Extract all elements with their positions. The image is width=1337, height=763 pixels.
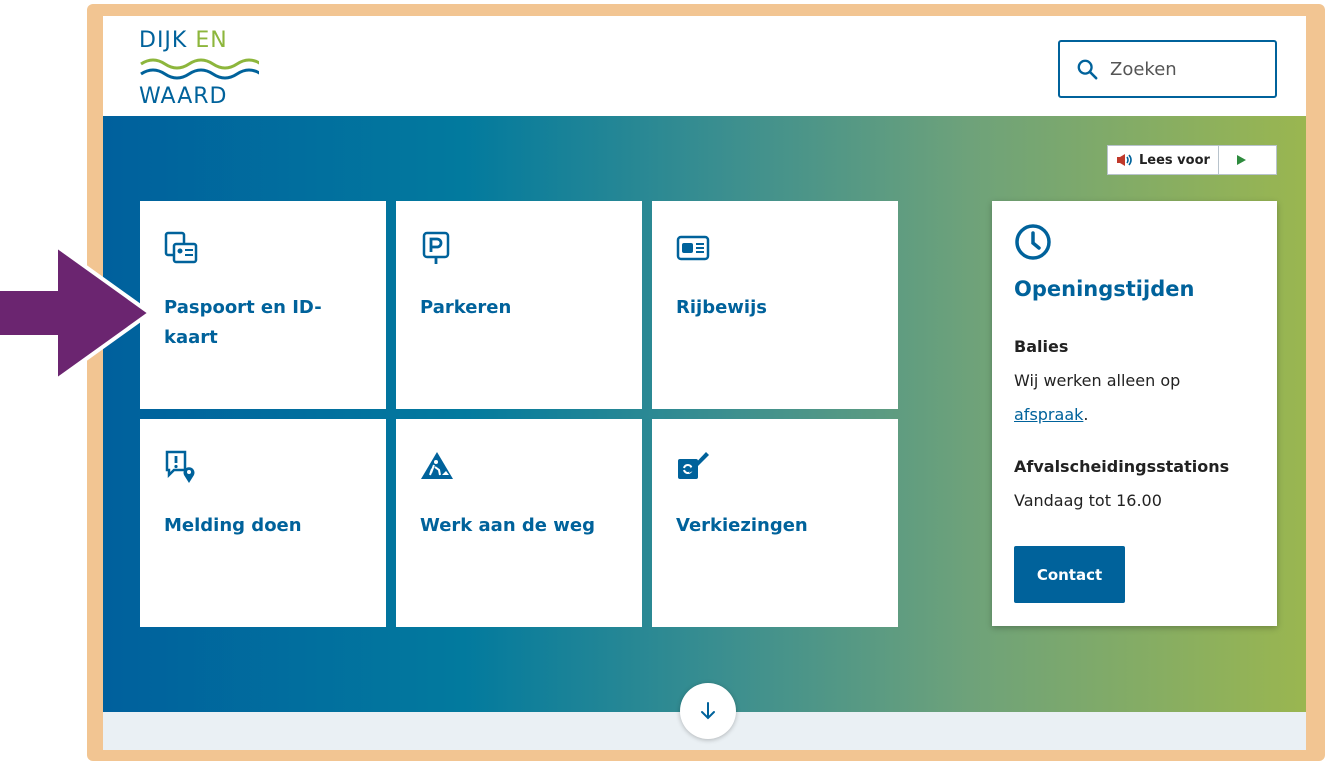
search-input[interactable] (1110, 58, 1260, 80)
tile-label: Rijbewijs (676, 297, 767, 318)
pointer-arrow-icon (0, 247, 150, 379)
search-icon[interactable] (1076, 58, 1098, 80)
counters-text: Wij werken alleen op (1014, 371, 1181, 390)
contact-button[interactable]: Contact (1014, 546, 1125, 603)
appointment-link[interactable]: afspraak (1014, 405, 1083, 424)
tile-report[interactable]: Melding doen (140, 419, 386, 627)
drivers-license-icon (676, 235, 710, 261)
tile-passport-id[interactable]: Paspoort en ID-kaart (140, 201, 386, 409)
logo-wave-icon (140, 58, 259, 80)
logo-line-top: DIJK EN (139, 30, 228, 52)
waste-section: Afvalscheidingsstations Vandaag tot 16.0… (1014, 450, 1264, 518)
scroll-down-button[interactable] (680, 683, 736, 739)
logo-line-bottom: WAARD (139, 84, 228, 109)
speaker-icon (1117, 154, 1132, 166)
site-header: DIJK EN WAARD (103, 16, 1306, 116)
counters-heading: Balies (1014, 337, 1069, 356)
site-logo[interactable]: DIJK EN WAARD (139, 28, 259, 108)
waste-heading: Afvalscheidingsstations (1014, 457, 1230, 476)
tile-label: Parkeren (420, 297, 512, 318)
counters-suffix: . (1083, 405, 1089, 424)
tile-drivers-license[interactable]: Rijbewijs (652, 201, 898, 409)
arrow-down-icon (701, 702, 715, 720)
roadwork-icon (421, 452, 453, 479)
tile-label: Verkiezingen (676, 515, 808, 536)
counters-section: Balies Wij werken alleen op afspraak. (1014, 330, 1264, 432)
read-aloud-button[interactable]: Lees voor (1108, 146, 1219, 174)
play-icon (1236, 155, 1246, 165)
tile-label: Werk aan de weg (420, 515, 595, 536)
logo-word-dijk: DIJK (139, 28, 196, 53)
read-aloud-widget: Lees voor (1107, 145, 1277, 175)
waste-text: Vandaag tot 16.00 (1014, 491, 1162, 510)
ballot-icon (678, 452, 709, 479)
tile-label: Melding doen (164, 515, 302, 536)
tile-parking[interactable]: Parkeren (396, 201, 642, 409)
clock-icon (1015, 224, 1051, 260)
search-box[interactable] (1058, 40, 1277, 98)
parking-icon (422, 231, 450, 264)
report-location-icon (165, 450, 195, 483)
tile-label: Paspoort en ID-kaart (164, 297, 322, 348)
logo-word-en: EN (195, 28, 228, 53)
play-button[interactable] (1219, 146, 1263, 174)
tile-roadwork[interactable]: Werk aan de weg (396, 419, 642, 627)
page-viewport: DIJK EN WAARD Lees voor (103, 16, 1306, 750)
opening-hours-title: Openingstijden (1014, 277, 1195, 301)
read-aloud-label: Lees voor (1139, 152, 1210, 168)
tile-elections[interactable]: Verkiezingen (652, 419, 898, 627)
passport-id-icon (164, 231, 198, 264)
opening-hours-card: Openingstijden Balies Wij werken alleen … (992, 201, 1277, 626)
